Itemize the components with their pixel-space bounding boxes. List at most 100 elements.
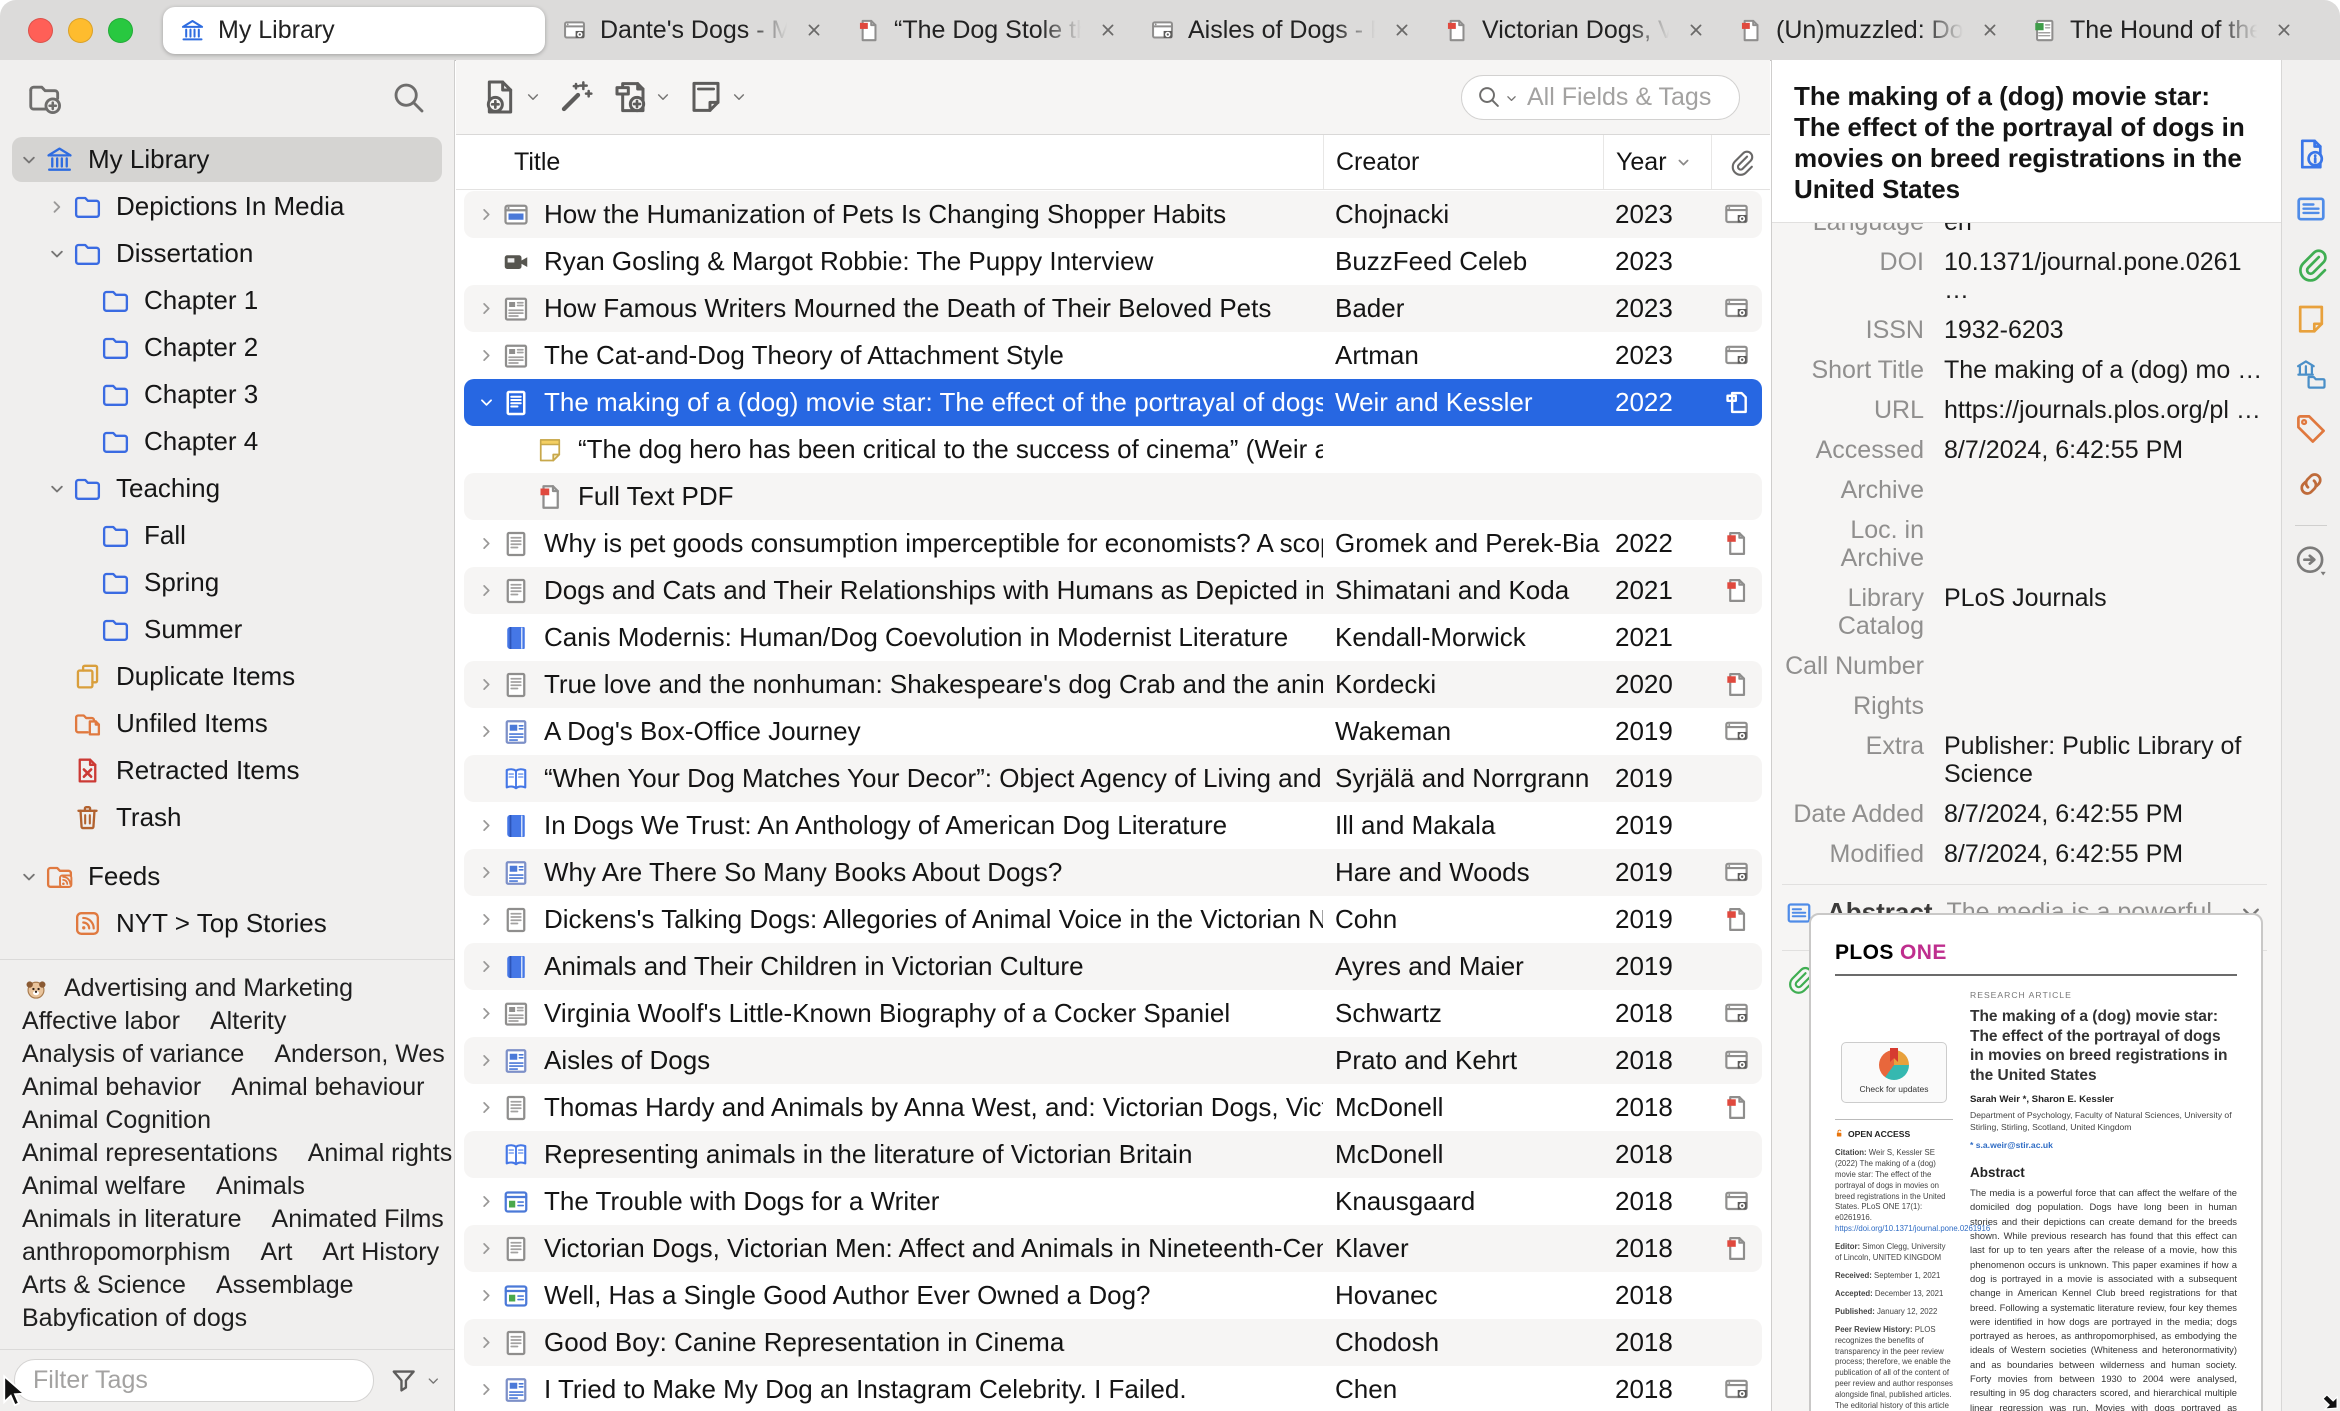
item-row[interactable]: The Trouble with Dogs for a Writer Knausg… xyxy=(464,1178,1762,1225)
document-tab[interactable]: Aisles of Dogs - Prat xyxy=(1133,7,1427,54)
tag[interactable]: Animal representations xyxy=(22,1139,278,1168)
tag[interactable]: Animals in literature xyxy=(22,1205,242,1234)
tag[interactable]: Babyfication of dogs xyxy=(22,1304,247,1333)
collection-row[interactable]: Duplicate Items xyxy=(0,653,454,700)
item-row[interactable]: Dickens's Talking Dogs: Allegories of An… xyxy=(464,896,1762,943)
field-value[interactable]: 1932-6203 xyxy=(1944,316,2281,344)
item-row[interactable]: Victorian Dogs, Victorian Men: Affect an… xyxy=(464,1225,1762,1272)
tag[interactable]: Animal welfare xyxy=(22,1172,186,1201)
item-row[interactable]: Why is pet goods consumption imperceptib… xyxy=(464,520,1762,567)
collection-row[interactable]: Depictions In Media xyxy=(0,183,454,230)
item-row[interactable]: Aisles of Dogs Prato and Kehrt 2018 xyxy=(464,1037,1762,1084)
maximize-window-button[interactable] xyxy=(108,17,133,43)
tag[interactable]: Assemblage xyxy=(216,1271,354,1300)
tag[interactable]: Analysis of variance xyxy=(22,1040,244,1069)
item-row[interactable]: “The dog hero has been critical to the s… xyxy=(464,426,1762,473)
collection-row[interactable]: Feeds xyxy=(0,853,454,900)
item-row[interactable]: Good Boy: Canine Representation in Cinem… xyxy=(464,1319,1762,1366)
twisty-icon[interactable] xyxy=(471,1048,501,1074)
tag[interactable]: Animal behaviour xyxy=(231,1073,424,1102)
twisty-icon[interactable] xyxy=(42,241,72,267)
document-tab[interactable]: (Un)muzzled: Dogs i xyxy=(1721,7,2015,54)
tab-my-library[interactable]: My Library xyxy=(163,6,545,54)
collection-row[interactable]: Teaching xyxy=(0,465,454,512)
field-value[interactable]: https://journals.plos.org/pl … xyxy=(1944,396,2281,424)
field-value[interactable] xyxy=(1944,652,2281,680)
close-tab-button[interactable] xyxy=(1685,19,1707,41)
twisty-icon[interactable] xyxy=(471,1330,501,1356)
twisty-icon[interactable] xyxy=(471,578,501,604)
tag[interactable]: Animal rights xyxy=(308,1139,453,1168)
item-row[interactable]: Ryan Gosling & Margot Robbie: The Puppy … xyxy=(464,238,1762,285)
item-row[interactable]: The making of a (dog) movie star: The ef… xyxy=(464,379,1762,426)
item-row[interactable]: Thomas Hardy and Animals by Anna West, a… xyxy=(464,1084,1762,1131)
twisty-icon[interactable] xyxy=(471,1001,501,1027)
collection-row[interactable]: Dissertation xyxy=(0,230,454,277)
tag[interactable]: Arts & Science xyxy=(22,1271,186,1300)
field-value[interactable]: Publisher: Public Library of Science xyxy=(1944,732,2281,788)
twisty-icon[interactable] xyxy=(471,390,501,416)
sidenav-notes-button[interactable] xyxy=(2293,301,2329,337)
tag[interactable]: Advertising and Marketing xyxy=(64,974,353,1003)
item-row[interactable]: Canis Modernis: Human/Dog Coevolution in… xyxy=(464,614,1762,661)
sidenav-related-button[interactable] xyxy=(2293,466,2329,502)
twisty-icon[interactable] xyxy=(14,864,44,890)
document-tab[interactable]: Victorian Dogs, Victo xyxy=(1427,7,1721,54)
tab-overflow-button[interactable] xyxy=(2333,13,2340,47)
sidenav-info-button[interactable] xyxy=(2293,136,2329,172)
twisty-icon[interactable] xyxy=(471,719,501,745)
attachment-preview[interactable]: PLOS ONE Check for updates OPEN ACCESS C… xyxy=(1809,913,2263,1411)
tag[interactable]: Animal Cognition xyxy=(22,1106,211,1135)
collection-row[interactable]: Retracted Items xyxy=(0,747,454,794)
item-row[interactable]: Dogs and Cats and Their Relationships wi… xyxy=(464,567,1762,614)
item-row[interactable]: I Tried to Make My Dog an Instagram Cele… xyxy=(464,1366,1762,1411)
item-row[interactable]: In Dogs We Trust: An Anthology of Americ… xyxy=(464,802,1762,849)
close-tab-button[interactable] xyxy=(1391,19,1413,41)
twisty-icon[interactable] xyxy=(471,1095,501,1121)
collection-row[interactable]: Chapter 3 xyxy=(0,371,454,418)
tag-filter-input[interactable] xyxy=(14,1359,374,1402)
twisty-icon[interactable] xyxy=(471,1283,501,1309)
item-row[interactable]: Representing animals in the literature o… xyxy=(464,1131,1762,1178)
tag[interactable]: Alterity xyxy=(210,1007,286,1036)
field-value[interactable]: PLoS Journals xyxy=(1944,584,2281,640)
field-value[interactable] xyxy=(1944,516,2281,572)
item-row[interactable]: Well, Has a Single Good Author Ever Owne… xyxy=(464,1272,1762,1319)
tag[interactable]: Animated Films xyxy=(272,1205,444,1234)
tag[interactable]: Art xyxy=(260,1238,292,1267)
collection-row[interactable]: Trash xyxy=(0,794,454,841)
twisty-icon[interactable] xyxy=(471,1189,501,1215)
document-tab[interactable]: The Hound of the Ba xyxy=(2015,7,2309,54)
tag-filter-options-button[interactable] xyxy=(388,1364,419,1398)
new-collection-button[interactable] xyxy=(26,79,64,117)
column-header-creator[interactable]: Creator xyxy=(1323,135,1603,189)
item-row[interactable]: The Cat-and-Dog Theory of Attachment Sty… xyxy=(464,332,1762,379)
new-note-button[interactable] xyxy=(686,77,748,117)
column-header-title[interactable]: Title xyxy=(456,135,1323,189)
column-header-attachment[interactable] xyxy=(1711,135,1770,189)
search-icon[interactable] xyxy=(1476,84,1502,110)
tag[interactable]: Animal behavior xyxy=(22,1073,201,1102)
tag[interactable]: Art History xyxy=(322,1238,439,1267)
twisty-icon[interactable] xyxy=(471,1377,501,1403)
sidenav-locate-button[interactable] xyxy=(2293,542,2329,578)
collection-row[interactable]: Fall xyxy=(0,512,454,559)
add-attachment-button[interactable] xyxy=(610,77,672,117)
twisty-icon[interactable] xyxy=(471,672,501,698)
twisty-icon[interactable] xyxy=(471,954,501,980)
sidenav-attachments-button[interactable] xyxy=(2293,246,2329,282)
collection-search-button[interactable] xyxy=(390,79,428,117)
minimize-window-button[interactable] xyxy=(68,17,93,43)
twisty-icon[interactable] xyxy=(14,147,44,173)
twisty-icon[interactable] xyxy=(471,531,501,557)
field-value[interactable]: 10.1371/journal.pone.0261 … xyxy=(1944,248,2281,304)
item-row[interactable]: “When Your Dog Matches Your Decor”: Obje… xyxy=(464,755,1762,802)
chevron-down-icon[interactable] xyxy=(1504,91,1519,106)
field-value[interactable]: The making of a (dog) mo … xyxy=(1944,356,2281,384)
sidenav-abstract-button[interactable] xyxy=(2293,191,2329,227)
twisty-icon[interactable] xyxy=(471,813,501,839)
field-value[interactable] xyxy=(1944,692,2281,720)
close-tab-button[interactable] xyxy=(1097,19,1119,41)
tag[interactable]: Anderson, Wes xyxy=(274,1040,444,1069)
item-row[interactable]: True love and the nonhuman: Shakespeare'… xyxy=(464,661,1762,708)
